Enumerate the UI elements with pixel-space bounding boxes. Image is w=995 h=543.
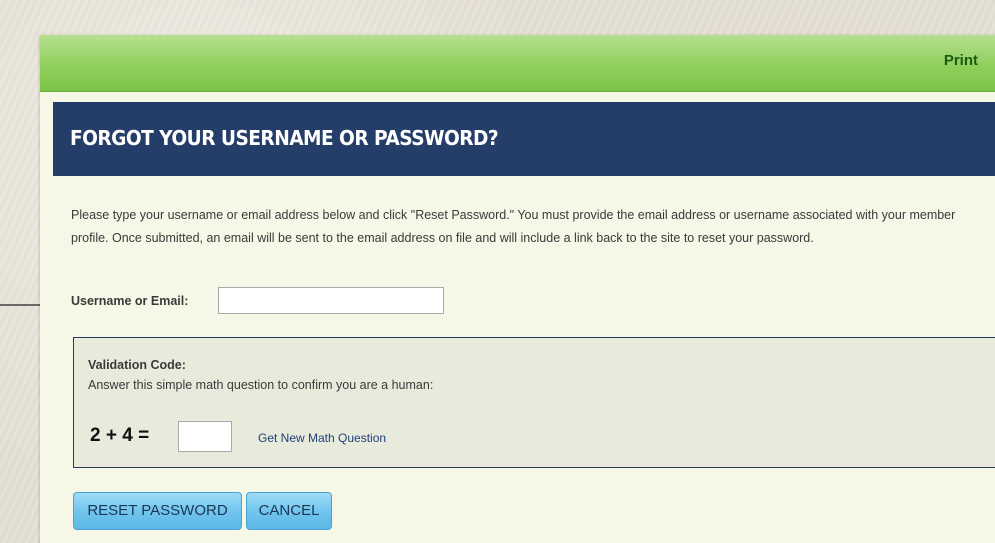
get-new-math-question-link[interactable]: Get New Math Question bbox=[258, 431, 386, 445]
math-question: 2 + 4 = bbox=[90, 425, 150, 446]
username-email-input[interactable] bbox=[218, 287, 444, 314]
page-container: Print FORGOT YOUR USERNAME OR PASSWORD? … bbox=[40, 35, 995, 543]
page-title: FORGOT YOUR USERNAME OR PASSWORD? bbox=[70, 126, 499, 150]
validation-code-box: Validation Code: Answer this simple math… bbox=[73, 337, 995, 468]
cancel-button[interactable]: CANCEL bbox=[246, 492, 332, 530]
print-link[interactable]: Print bbox=[944, 52, 978, 69]
math-answer-input[interactable] bbox=[178, 421, 232, 452]
validation-title: Validation Code: bbox=[88, 358, 186, 372]
page-title-bar: FORGOT YOUR USERNAME OR PASSWORD? bbox=[53, 102, 995, 176]
username-label: Username or Email: bbox=[71, 294, 189, 308]
instructions-text: Please type your username or email addre… bbox=[71, 208, 956, 245]
top-navigation-bar: Print bbox=[40, 35, 995, 92]
validation-description: Answer this simple math question to conf… bbox=[88, 378, 434, 392]
reset-password-button[interactable]: RESET PASSWORD bbox=[73, 492, 242, 530]
